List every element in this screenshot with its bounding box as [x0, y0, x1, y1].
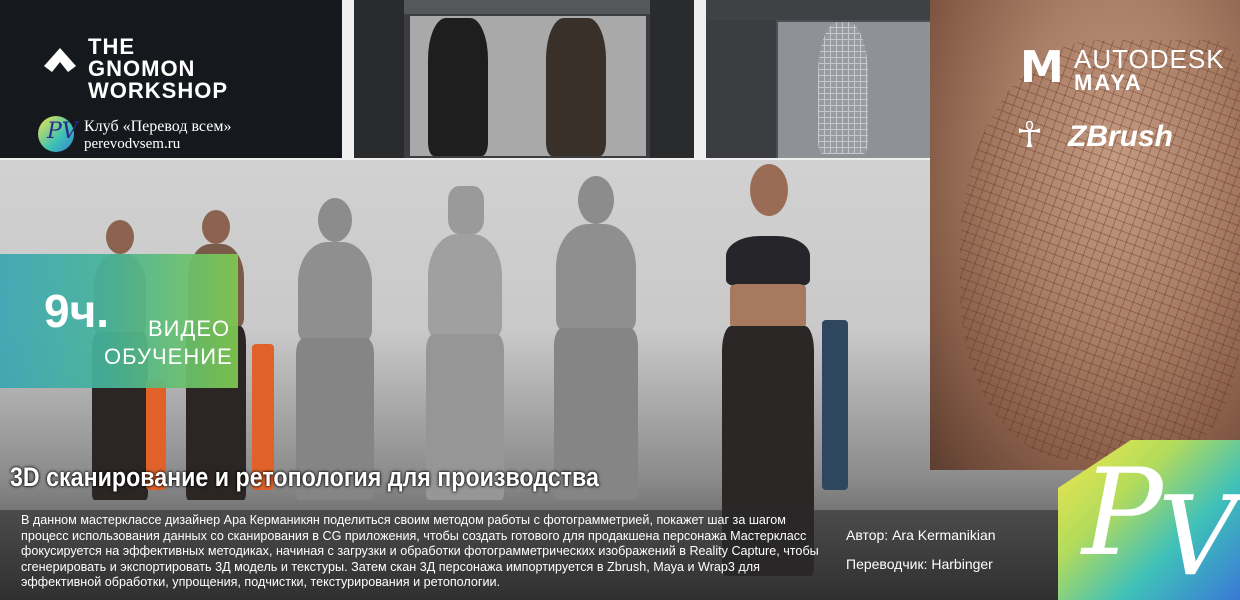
zbrush-left-shelf [354, 0, 404, 158]
duration-label-line1: ВИДЕО [148, 316, 231, 341]
maya-outliner [706, 20, 776, 158]
club-site: perevodvsem.ru [84, 136, 181, 152]
course-description: В данном мастерклассе дизайнер Ара Керма… [21, 513, 819, 589]
club-name: Клуб «Перевод всем» [84, 118, 232, 135]
translator-credit: Переводчик: Harbinger [846, 556, 993, 572]
torso [298, 242, 372, 342]
zbrush-logo-text: ZBrush [1068, 120, 1173, 153]
maya-m-icon: M [1020, 42, 1064, 93]
duration-hours: 9ч. [44, 285, 110, 337]
figure-sculpt-1 [280, 198, 390, 500]
head [202, 210, 230, 244]
midriff [730, 284, 806, 328]
club-badge-icon: PV [38, 116, 78, 152]
head [578, 176, 614, 224]
torso [556, 224, 636, 332]
pv-logo: P V [1058, 440, 1240, 600]
pv-logo-v: V [1158, 472, 1238, 600]
zbrush-figure-icon: ☥ [1016, 114, 1043, 155]
head [106, 220, 134, 254]
scan-silhouette [428, 18, 488, 156]
banner: THE GNOMON WORKSHOP PV Клуб «Перевод все… [0, 0, 1240, 600]
maya-logo-line2: MAYA [1074, 70, 1143, 95]
author-credit: Автор: Ara Kermanikian [846, 527, 996, 543]
blue-rifle [822, 320, 848, 490]
torso [428, 234, 502, 338]
top [726, 236, 810, 286]
club-badge-text: PV [47, 119, 78, 144]
head [750, 164, 788, 216]
face-wireframe [960, 40, 1240, 460]
wireframe-figure [818, 22, 868, 154]
zbrush-right-shelf [650, 0, 694, 158]
screenshot-gnomon: THE GNOMON WORKSHOP PV Клуб «Перевод все… [0, 0, 342, 158]
screenshot-zbrush [354, 0, 694, 158]
scan-textured [546, 18, 606, 156]
head [448, 186, 484, 234]
head [318, 198, 352, 242]
gnomon-mark-icon [44, 48, 76, 72]
pv-logo-p: P [1082, 444, 1163, 583]
figure-sculpt-2 [536, 176, 656, 500]
gnomon-logo-text: THE GNOMON WORKSHOP [88, 34, 228, 103]
figure-proxy [410, 186, 520, 500]
course-title: 3D сканирование и ретопология для произв… [10, 462, 599, 492]
duration-label-line2: ОБУЧЕНИЕ [104, 344, 233, 369]
zbrush-menubar [354, 0, 694, 14]
